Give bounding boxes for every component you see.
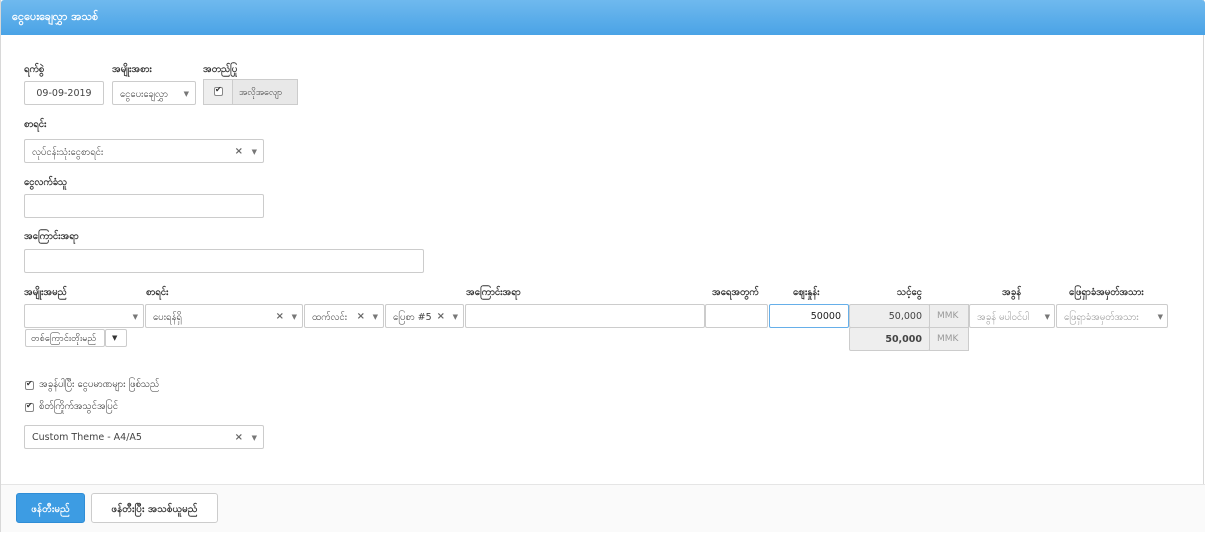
payee-input[interactable] [24,194,264,218]
date-label: ရက်စွဲ [24,64,45,75]
clear-icon[interactable]: × [235,432,243,443]
account-label: စာရင်း [24,119,47,130]
account-value: လုပ်ငန်းသုံးငွေစာရင်း [32,147,104,158]
row-sub1-value: ထက်လင်း [312,312,348,323]
tax-inclusive-label: အခွန်ပါပြီး ငွေပမာဏများ ဖြစ်သည် [39,379,160,390]
create-and-new-button-label: ဖန်တီးပြီး အသစ်ယူမည် [111,504,198,515]
clear-icon[interactable]: × [235,146,243,157]
total-field: 50,000 [849,327,930,351]
theme-select[interactable]: Custom Theme - A4/A5 × ▼ [24,425,264,449]
form-panel: ငွေပေးချေလွှာ အသစ် ရက်စွဲ 09-09-2019 အမျ… [0,0,1205,532]
row-tax-note-select[interactable]: ဖြေရှာခံအမှတ်အသား ▼ [1056,304,1168,328]
approved-checkbox-label: အလိုအလျော [239,88,283,98]
chevron-down-icon: ▼ [251,434,257,442]
form-footer: ဖန်တီးမည် ဖန်တီးပြီး အသစ်ယူမည် [1,484,1205,532]
col-price: ဈေးနှုန်း [793,287,820,298]
date-field[interactable]: 09-09-2019 [24,81,104,105]
description-input[interactable] [24,249,424,273]
row-sub2-value: ပြေစာ #5 [393,312,432,323]
row-sub1-select[interactable]: ထက်လင်း × ▼ [304,304,384,328]
col-quantity: အရေအတွက် [712,287,759,298]
row-description-input[interactable] [465,304,705,328]
approved-checkbox[interactable] [214,85,223,96]
description-label: အကြောင်းအရာ [24,231,79,242]
row-sub2-select[interactable]: ပြေစာ #5 × ▼ [385,304,464,328]
clear-icon[interactable]: × [357,311,365,322]
row-tax-select[interactable]: အခွန် မပါဝင်ပါ ▼ [969,304,1055,328]
create-button-label: ဖန်တီးမည် [31,504,70,515]
create-button[interactable]: ဖန်တီးမည် [16,493,85,523]
chevron-down-icon: ▼ [452,313,458,321]
total-currency-addon: MMK [929,327,969,351]
col-tax: အခွန် [1002,287,1021,298]
col-tax-note: ဖြေရှာခံအမှတ်အသား [1069,287,1144,298]
chevron-down-icon: ▼ [112,334,118,342]
approved-label: အတည်ပြု [203,64,238,75]
add-row-label: တစ်ကြောင်းတိုးမည် [31,334,97,344]
col-description: အကြောင်းအရာ [466,287,521,298]
row-account-value: ပေးရန်ရှိ [153,312,182,323]
chevron-down-icon: ▼ [183,90,189,98]
clear-icon[interactable]: × [437,311,445,322]
type-label: အမျိုးအစား [112,64,152,75]
total-currency: MMK [937,334,959,344]
chevron-down-icon: ▼ [132,313,138,321]
create-and-new-button[interactable]: ဖန်တီးပြီး အသစ်ယူမည် [91,493,218,523]
add-row-dropdown[interactable]: ▼ [105,329,127,347]
row-amount-value: 50,000 [888,311,922,322]
chevron-down-icon: ▼ [372,313,378,321]
row-amount-field: 50,000 [849,304,930,328]
col-amount: သင့်ငွေ [897,287,922,298]
clear-icon[interactable]: × [276,311,284,322]
add-row-button[interactable]: တစ်ကြောင်းတိုးမည် [25,329,105,347]
chevron-down-icon: ▼ [291,313,297,321]
theme-value: Custom Theme - A4/A5 [32,432,142,443]
panel-header: ငွေပေးချေလွှာ အသစ် [1,0,1205,35]
row-item-type-select[interactable]: ▼ [24,304,144,328]
payee-label: ငွေလက်ခံသူ [24,177,68,188]
type-select[interactable]: ငွေပေးချေလွှာ ▼ [112,81,196,105]
row-account-select[interactable]: ပေးရန်ရှိ × ▼ [145,304,303,328]
approved-checkbox-label-box: အလိုအလျော [233,79,298,105]
chevron-down-icon: ▼ [1044,313,1050,321]
tax-inclusive-checkbox[interactable] [25,379,34,390]
checkbox-container [203,79,233,105]
row-tax-note-placeholder: ဖြေရှာခံအမှတ်အသား [1064,312,1139,323]
chevron-down-icon: ▼ [1157,313,1163,321]
row-currency-addon: MMK [929,304,969,328]
row-price-input[interactable]: 50000 [769,304,849,328]
chevron-down-icon: ▼ [251,148,257,156]
date-value: 09-09-2019 [36,88,92,99]
account-select[interactable]: လုပ်ငန်းသုံးငွေစာရင်း × ▼ [24,139,264,163]
custom-theme-checkbox[interactable] [25,401,34,412]
total-value: 50,000 [885,334,922,345]
page-title: ငွေပေးချေလွှာ အသစ် [12,10,99,23]
col-item-type: အမျိုးအမည် [24,287,67,298]
row-price-value: 50000 [810,311,841,322]
type-value: ငွေပေးချေလွှာ [120,89,168,100]
row-quantity-input[interactable] [705,304,768,328]
row-currency: MMK [937,311,959,321]
col-account: စာရင်း [146,287,169,298]
custom-theme-label: စိတ်ကြိုက်အသွင်အပြင် [39,401,118,412]
row-tax-placeholder: အခွန် မပါဝင်ပါ [977,312,1030,323]
